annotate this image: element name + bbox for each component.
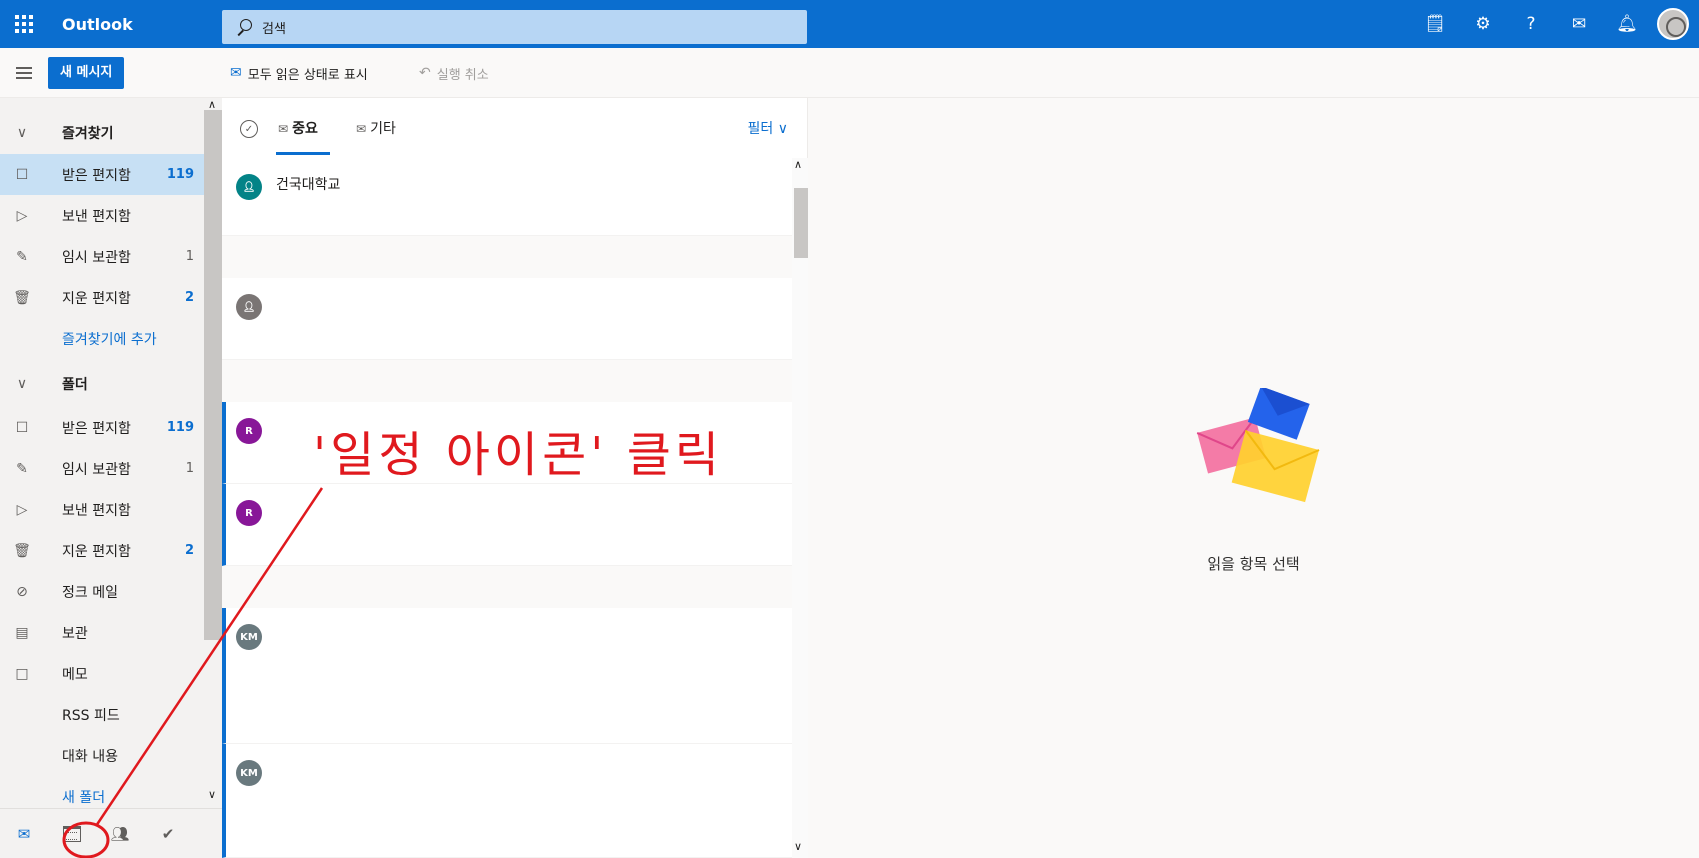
folder-pane: ∨ 즐겨찾기 ☐ 받은 편지함 119 ▷ 보낸 편지함 ✎ 임시 보관함 1 … [0,98,222,808]
undo-label: 실행 취소 [436,67,489,83]
envelope-open-icon: ✉︎ [230,65,242,81]
chevron-down-icon[interactable]: ∨ [794,840,802,853]
message-item[interactable]: R [222,484,792,566]
message-list-header: ✓ ✉︎ 중요 ✉︎ 기타 필터 ∨ [222,98,808,158]
message-item[interactable]: KM [222,608,792,744]
tab-focused[interactable]: ✉︎ 중요 [278,118,318,138]
inbox-icon: ☐ [15,419,29,436]
inbox-icon: ☐ [15,166,29,183]
folder-scrollbar-thumb[interactable] [204,110,222,640]
module-nav: ✉︎ 👥︎ ✔︎ [0,808,222,858]
message-item[interactable]: KM [222,744,792,858]
todo-check-icon[interactable]: ✔︎ [144,809,192,858]
message-item[interactable]: 👤︎ [222,278,792,360]
search-icon [236,19,252,35]
send-icon: ▷ [16,501,28,518]
help-icon[interactable]: ? [1507,0,1555,48]
undo-button[interactable]: ↶ 실행 취소 [419,48,489,98]
note-icon: □ [15,665,29,682]
select-all-check-icon[interactable]: ✓ [240,120,258,138]
filter-button[interactable]: 필터 ∨ [748,118,788,138]
hamburger-menu-icon[interactable] [0,71,48,74]
search-placeholder: 검색 [262,21,286,37]
send-icon: ▷ [16,207,28,224]
avatar-initials: KM [236,760,262,786]
folder-deleted[interactable]: 🗑︎ 지운 편지함 2 [0,530,204,571]
account-avatar[interactable] [1657,8,1689,40]
chevron-down-icon[interactable]: ∨ [208,788,216,801]
chevron-down-icon: ∨ [16,124,28,141]
pencil-icon: ✎ [16,460,28,477]
person-avatar-icon: 👤︎ [236,294,262,320]
mark-all-read-button[interactable]: ✉︎ 모두 읽은 상태로 표시 [230,48,368,98]
search-box[interactable]: 검색 [222,10,807,44]
archive-icon: ▤ [15,624,29,641]
folders-header[interactable]: ∨ 폴더 [0,363,204,404]
waffle-icon [15,15,33,33]
app-launcher-button[interactable] [0,0,48,48]
folder-archive[interactable]: ▤ 보관 [0,612,204,653]
favorite-sent[interactable]: ▷ 보낸 편지함 [0,195,204,236]
app-brand[interactable]: Outlook [48,15,223,34]
favorite-drafts[interactable]: ✎ 임시 보관함 1 [0,236,204,277]
message-list-scrollbar[interactable]: ∧ ∨ [792,158,808,858]
feedback-megaphone-icon[interactable]: ✉︎ [1555,0,1603,48]
folder-junk[interactable]: ⊘ 정크 메일 [0,571,204,612]
my-day-icon[interactable]: 🗒︎ [1411,0,1459,48]
folder-drafts[interactable]: ✎ 임시 보관함 1 [0,448,204,489]
avatar-initials: R [236,418,262,444]
favorite-deleted[interactable]: 🗑︎ 지운 편지함 2 [0,277,204,318]
message-item[interactable]: 👤︎ 건국대학교 [222,158,792,236]
folder-notes[interactable]: □ 메모 [0,653,204,694]
message-list-scrollbar-thumb[interactable] [794,188,808,258]
trash-icon: 🗑︎ [13,289,31,306]
tab-other[interactable]: ✉︎ 기타 [356,118,396,138]
folder-sent[interactable]: ▷ 보낸 편지함 [0,489,204,530]
message-group-divider [222,566,792,608]
folder-rss[interactable]: RSS 피드 [0,694,204,735]
mark-all-read-label: 모두 읽은 상태로 표시 [247,67,368,83]
top-icons: 🗒︎ ⚙︎ ? ✉︎ 🔔︎ [1411,0,1689,48]
folder-inbox[interactable]: ☐ 받은 편지함 119 [0,407,204,448]
annotation-label: '일정 아이콘' 클릭 [313,427,724,483]
empty-mail-illustration [1196,388,1320,503]
active-tab-indicator [276,152,330,155]
person-avatar-icon: 👤︎ [236,174,262,200]
avatar-initials: R [236,500,262,526]
people-icon[interactable]: 👥︎ [96,809,144,858]
calendar-button[interactable] [48,809,96,858]
folder-scrollbar[interactable]: ∧ ∨ [204,98,222,808]
add-to-favorites-link[interactable]: 즐겨찾기에 추가 [0,318,204,359]
trash-icon: 🗑︎ [13,542,31,559]
notification-bell-icon[interactable]: 🔔︎ [1603,0,1651,48]
calendar-icon [63,825,81,842]
settings-gear-icon[interactable]: ⚙︎ [1459,0,1507,48]
new-message-button[interactable]: 새 메시지 [48,56,125,89]
command-bar: 새 메시지 ✉︎ 모두 읽은 상태로 표시 ↶ 실행 취소 [0,48,1699,98]
message-group-divider [222,236,792,278]
folder-conversation-history[interactable]: 대화 내용 [0,735,204,776]
reading-pane-empty-text: 읽을 항목 선택 [1207,555,1300,573]
undo-icon: ↶ [419,65,431,81]
avatar-initials: KM [236,624,262,650]
mail-icon[interactable]: ✉︎ [0,809,48,858]
favorite-inbox[interactable]: ☐ 받은 편지함 119 [0,154,204,195]
favorites-header[interactable]: ∨ 즐겨찾기 [0,112,204,153]
block-icon: ⊘ [16,583,28,600]
chevron-up-icon[interactable]: ∧ [794,158,802,171]
other-envelope-icon: ✉︎ [356,122,367,136]
chevron-down-icon: ∨ [16,375,28,392]
top-bar: Outlook 검색 🗒︎ ⚙︎ ? ✉︎ 🔔︎ [0,0,1699,48]
reading-pane: 읽을 항목 선택 [808,98,1699,858]
message-group-divider [222,360,792,402]
focused-envelope-icon: ✉︎ [278,122,289,136]
new-folder-link[interactable]: 새 폴더 [0,776,204,808]
pencil-icon: ✎ [16,248,28,265]
